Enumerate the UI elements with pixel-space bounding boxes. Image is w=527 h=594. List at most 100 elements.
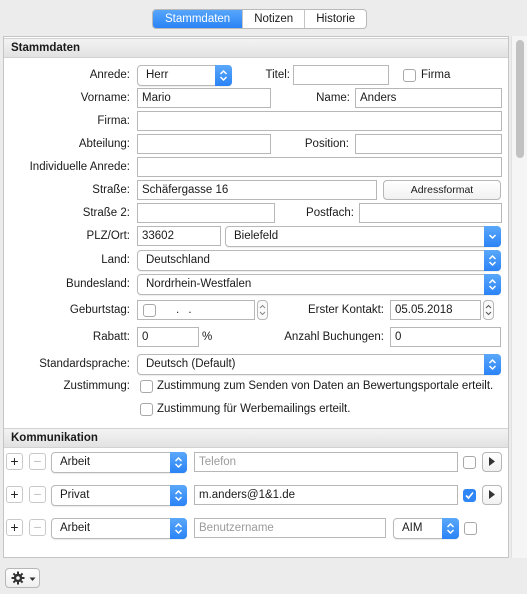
komm-type-value: Arbeit — [60, 456, 91, 468]
telefon-field[interactable]: Telefon — [194, 452, 458, 472]
chevron-updown-icon — [170, 518, 187, 539]
remove-row-button[interactable]: − — [29, 486, 46, 503]
play-button[interactable] — [482, 485, 502, 505]
vorname-field[interactable]: Mario — [137, 88, 271, 108]
zustimmung-bewertung-checkbox[interactable] — [140, 380, 153, 393]
add-row-button[interactable]: + — [6, 453, 23, 470]
tab-notizen[interactable]: Notizen — [243, 10, 306, 28]
komm-checkbox-3[interactable] — [464, 522, 477, 535]
komm-checkbox-1[interactable] — [463, 456, 476, 469]
anrede-value: Herr — [146, 69, 169, 81]
remove-row-button[interactable]: − — [29, 519, 46, 536]
strasse2-label: Straße 2: — [82, 207, 130, 219]
add-row-button[interactable]: + — [6, 486, 23, 503]
name-field[interactable]: Anders — [355, 88, 502, 108]
section-header-kommunikation: Kommunikation — [4, 428, 508, 448]
komm-type-select-3[interactable]: Arbeit — [51, 518, 187, 539]
standardsprache-label: Standardsprache: — [39, 358, 130, 370]
indiv-anrede-label: Individuelle Anrede: — [29, 161, 130, 173]
geburtstag-label: Geburtstag: — [69, 304, 130, 316]
abteilung-label: Abteilung: — [78, 138, 130, 150]
geburtstag-stepper[interactable] — [257, 300, 268, 320]
firma-field[interactable] — [137, 111, 502, 131]
add-row-button[interactable]: + — [6, 519, 23, 536]
anzahl-buchungen-field[interactable]: 0 — [390, 327, 501, 347]
geburtstag-checkbox[interactable] — [143, 304, 156, 317]
remove-row-button[interactable]: − — [29, 453, 46, 470]
play-button[interactable] — [482, 452, 502, 472]
geburtstag-value: . . — [176, 304, 195, 316]
ort-value: Bielefeld — [234, 230, 279, 242]
vorname-label: Vorname: — [80, 92, 130, 104]
geburtstag-field[interactable]: . . — [137, 300, 255, 320]
plz-ort-label: PLZ/Ort: — [86, 230, 130, 242]
chevron-down-icon — [484, 226, 501, 247]
section-header-stammdaten: Stammdaten — [4, 38, 508, 58]
benutzername-field[interactable]: Benutzername — [194, 518, 386, 538]
email-field[interactable]: m.anders@1&1.de — [194, 485, 458, 505]
tab-historie[interactable]: Historie — [305, 10, 366, 28]
chevron-updown-icon — [170, 485, 187, 506]
anrede-select[interactable]: Herr — [137, 65, 232, 86]
bundesland-value: Nordrhein-Westfalen — [146, 278, 252, 290]
firma-checkbox-label: Firma — [421, 69, 451, 81]
strasse-field[interactable]: Schäfergasse 16 — [137, 180, 377, 200]
chevron-updown-icon — [170, 452, 187, 473]
plz-field[interactable]: 33602 — [137, 226, 221, 246]
service-select[interactable]: AIM — [393, 518, 459, 539]
abteilung-field[interactable] — [137, 134, 271, 154]
zustimmung-bewertung-label: Zustimmung zum Senden von Daten an Bewer… — [157, 380, 494, 392]
postfach-field[interactable] — [359, 203, 502, 223]
komm-type-select-1[interactable]: Arbeit — [51, 452, 187, 473]
strasse2-field[interactable] — [137, 203, 275, 223]
zustimmung-werbe-checkbox[interactable] — [140, 403, 153, 416]
komm-type-value: Arbeit — [60, 522, 91, 534]
anrede-label: Anrede: — [89, 69, 130, 81]
strasse-label: Straße: — [92, 184, 130, 196]
rabatt-label: Rabatt: — [92, 331, 130, 343]
komm-type-select-2[interactable]: Privat — [51, 485, 187, 506]
erster-kontakt-field[interactable]: 05.05.2018 — [390, 300, 481, 320]
rabatt-unit: % — [202, 331, 213, 343]
tab-bar: Stammdaten Notizen Historie — [152, 9, 368, 29]
adressformat-button[interactable]: Adressformat — [383, 180, 501, 200]
content-panel: Stammdaten Anrede: Herr Titel: Firma Vor… — [3, 36, 509, 558]
indiv-anrede-field[interactable] — [137, 157, 502, 177]
tab-stammdaten[interactable]: Stammdaten — [153, 10, 244, 28]
chevron-updown-icon — [442, 518, 459, 539]
chevron-updown-icon — [484, 250, 501, 271]
komm-checkbox-2[interactable] — [463, 489, 476, 502]
anzahl-buchungen-label: Anzahl Buchungen: — [284, 331, 384, 343]
firma-label: Firma: — [97, 115, 130, 127]
gear-icon — [11, 571, 25, 585]
zustimmung-label: Zustimmung: — [63, 380, 130, 392]
standardsprache-value: Deutsch (Default) — [146, 358, 236, 370]
zustimmung-werbe-label: Zustimmung für Werbemailings erteilt. — [157, 403, 351, 415]
standardsprache-select[interactable]: Deutsch (Default) — [137, 354, 501, 375]
chevron-updown-icon — [484, 274, 501, 295]
position-field[interactable] — [355, 134, 502, 154]
action-menu-button[interactable] — [5, 568, 40, 588]
bundesland-label: Bundesland: — [66, 278, 130, 290]
play-icon — [489, 490, 495, 499]
rabatt-field[interactable]: 0 — [137, 327, 199, 347]
postfach-label: Postfach: — [306, 207, 354, 219]
bundesland-select[interactable]: Nordrhein-Westfalen — [137, 274, 501, 295]
service-value: AIM — [402, 522, 423, 534]
chevron-down-icon — [29, 577, 36, 581]
komm-type-value: Privat — [60, 489, 90, 501]
play-icon — [489, 457, 495, 466]
ort-combobox[interactable]: Bielefeld — [225, 226, 501, 247]
chevron-updown-icon — [215, 65, 232, 86]
name-label: Name: — [316, 92, 350, 104]
position-label: Position: — [304, 138, 349, 150]
land-select[interactable]: Deutschland — [137, 250, 501, 271]
checkmark-icon — [465, 491, 474, 500]
titel-field[interactable] — [293, 65, 389, 85]
firma-checkbox[interactable] — [403, 69, 416, 82]
erster-kontakt-label: Erster Kontakt: — [307, 304, 384, 316]
erster-kontakt-stepper[interactable] — [483, 300, 494, 320]
vertical-scrollbar[interactable] — [511, 36, 527, 558]
land-value: Deutschland — [146, 254, 210, 266]
scrollbar-thumb[interactable] — [516, 40, 524, 158]
